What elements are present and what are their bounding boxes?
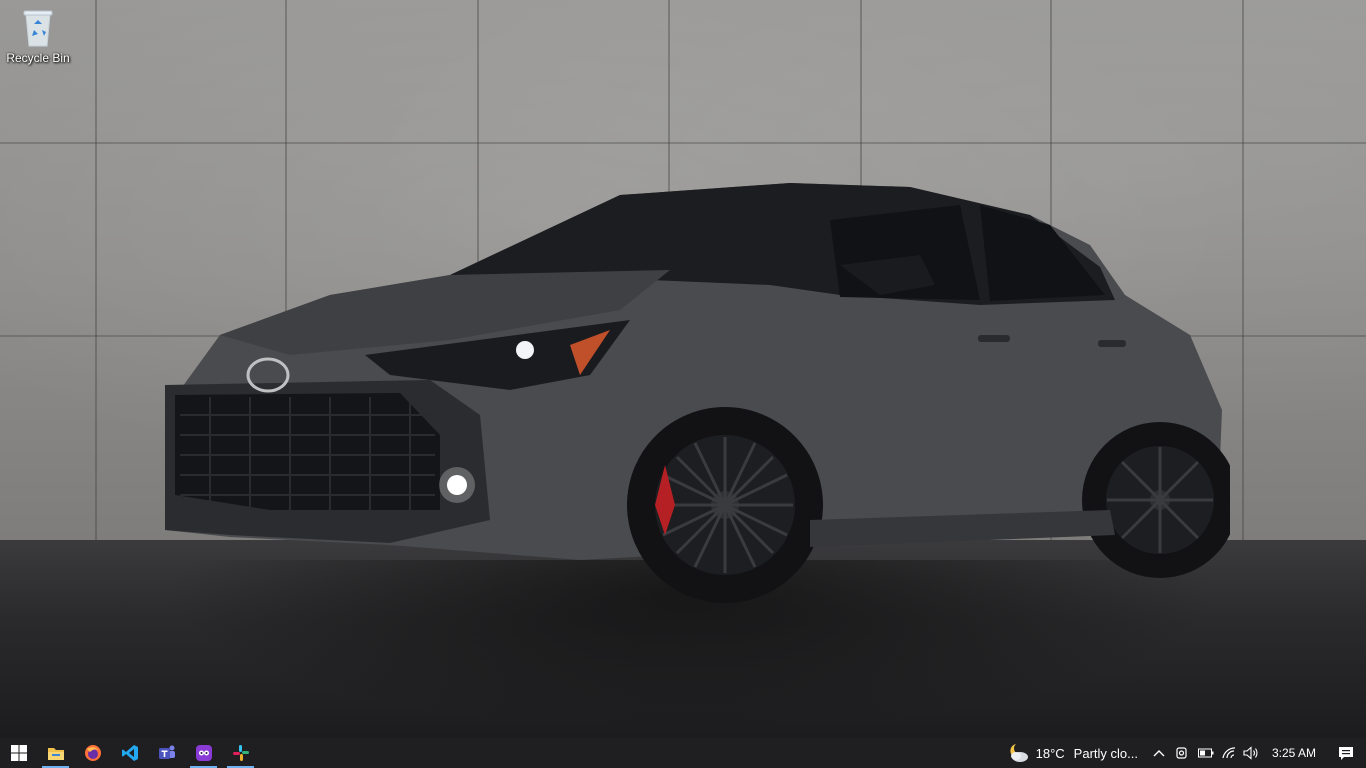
teams-icon bbox=[158, 745, 175, 759]
recycle-bin-icon bbox=[23, 10, 53, 47]
wall-seam bbox=[1242, 0, 1244, 540]
taskbar: 18°C Partly clo... 3:25 AM bbox=[0, 738, 1366, 768]
weather-widget[interactable]: 18°C Partly clo... bbox=[1000, 738, 1142, 768]
wall-seam bbox=[0, 142, 1366, 144]
chevron-up-icon bbox=[1153, 750, 1165, 757]
partly-cloudy-moon-icon bbox=[1009, 744, 1028, 762]
clock-time: 3:25 AM bbox=[1271, 746, 1316, 760]
taskbar-purple-app[interactable] bbox=[185, 738, 222, 768]
battery-icon bbox=[1197, 748, 1214, 758]
taskbar-vscode[interactable] bbox=[111, 738, 148, 768]
slack-icon bbox=[232, 745, 249, 761]
weather-description: Partly clo... bbox=[1073, 745, 1138, 761]
taskbar-firefox[interactable] bbox=[74, 738, 111, 768]
taskbar-slack[interactable] bbox=[222, 738, 259, 768]
wall-seam bbox=[95, 0, 97, 540]
tray-network[interactable] bbox=[1218, 738, 1240, 768]
system-tray: 18°C Partly clo... 3:25 AM bbox=[1000, 738, 1366, 768]
wifi-icon bbox=[1222, 747, 1236, 759]
camera-icon bbox=[1176, 747, 1187, 759]
weather-temperature: 18°C bbox=[1035, 745, 1065, 761]
speaker-icon bbox=[1243, 746, 1258, 760]
firefox-icon bbox=[84, 745, 101, 761]
action-center-button[interactable] bbox=[1326, 738, 1366, 768]
start-button[interactable] bbox=[0, 738, 37, 768]
taskbar-teams[interactable] bbox=[148, 738, 185, 768]
desktop: Recycle Bin bbox=[0, 0, 1366, 738]
tray-battery[interactable] bbox=[1194, 738, 1218, 768]
taskbar-file-explorer[interactable] bbox=[37, 738, 74, 768]
wallpaper-car bbox=[165, 183, 1230, 603]
desktop-icon-label: Recycle Bin bbox=[6, 51, 70, 65]
desktop-icon-recycle-bin[interactable]: Recycle Bin bbox=[4, 6, 72, 76]
show-hidden-icons-button[interactable] bbox=[1148, 738, 1170, 768]
folder-icon bbox=[47, 748, 64, 760]
purple-app-icon bbox=[195, 745, 212, 761]
windows-start-icon bbox=[10, 745, 27, 761]
notifications-icon bbox=[1339, 746, 1353, 760]
taskbar-clock[interactable]: 3:25 AM bbox=[1262, 738, 1326, 768]
tray-volume[interactable] bbox=[1240, 738, 1262, 768]
tray-meet-now[interactable] bbox=[1170, 738, 1194, 768]
vscode-icon bbox=[121, 745, 138, 761]
